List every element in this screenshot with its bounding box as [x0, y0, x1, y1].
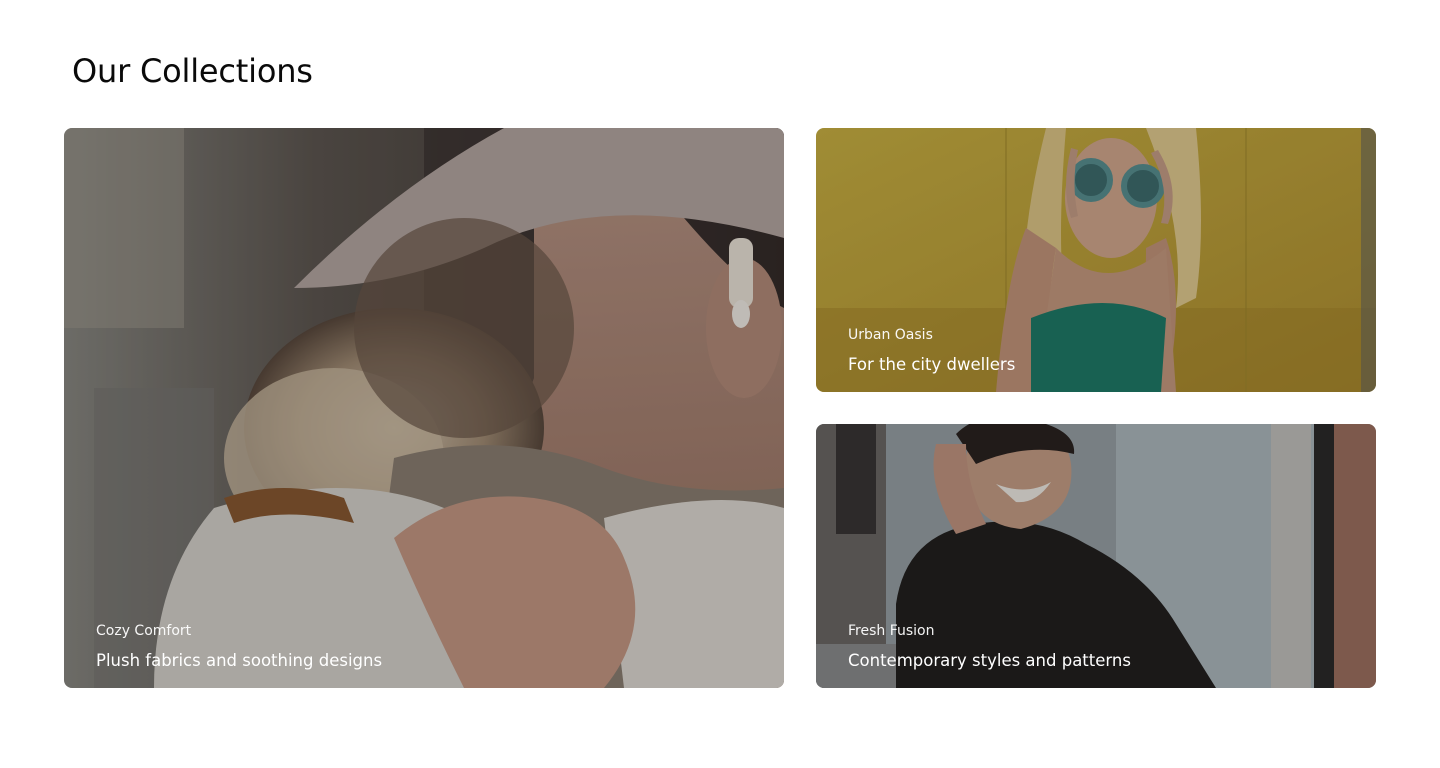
- image-overlay: [64, 128, 784, 688]
- collection-card-urban-oasis[interactable]: Urban Oasis For the city dwellers: [816, 128, 1376, 392]
- collection-name: Urban Oasis: [848, 327, 933, 343]
- card-caption: Fresh Fusion Contemporary styles and pat…: [848, 623, 1131, 670]
- collection-tagline: Plush fabrics and soothing designs: [96, 651, 383, 670]
- collection-card-cozy-comfort[interactable]: Cozy Comfort Plush fabrics and soothing …: [64, 128, 784, 688]
- section-title: Our Collections: [72, 52, 313, 90]
- collection-name: Cozy Comfort: [96, 623, 192, 639]
- card-caption: Urban Oasis For the city dwellers: [848, 327, 1015, 374]
- card-caption: Cozy Comfort Plush fabrics and soothing …: [96, 623, 382, 670]
- collection-tagline: Contemporary styles and patterns: [848, 651, 1131, 670]
- collection-card-fresh-fusion[interactable]: Fresh Fusion Contemporary styles and pat…: [816, 424, 1376, 688]
- collection-name: Fresh Fusion: [848, 623, 935, 639]
- collection-tagline: For the city dwellers: [848, 355, 1016, 374]
